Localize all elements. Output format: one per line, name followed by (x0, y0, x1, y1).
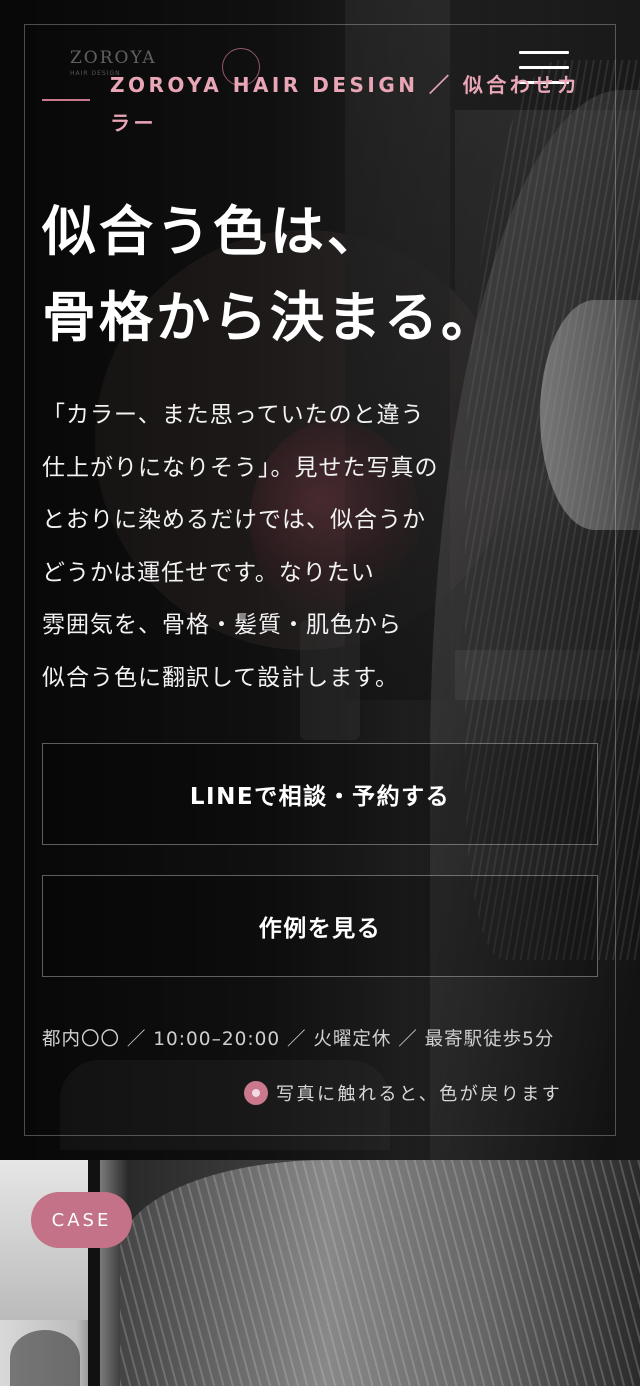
eyebrow-accent-line (42, 99, 90, 101)
lead-line: 仕上がりになりそう」。見せた写真の (42, 454, 439, 481)
breadcrumb: ZOROYA HAIR DESIGN ／ 似合わせカラー (110, 73, 581, 135)
view-works-button[interactable]: 作例を見る (42, 875, 598, 977)
touch-dot-icon (244, 1081, 268, 1105)
lead-line: とおりに染めるだけでは、似合うか (42, 507, 426, 533)
lead-line: どうかは運任せです。なりたい (42, 559, 375, 586)
lead-line: 雰囲気を、骨格・髪質・肌色から (42, 612, 402, 638)
salon-info: 都内〇〇 ／ 10:00–20:00 ／ 火曜定休 ／ 最寄駅徒歩5分 (42, 1029, 555, 1050)
lead-line: 「カラー、また思っていたのと違う (42, 402, 425, 428)
logo-text: ZOROYA (70, 48, 157, 68)
hero-headline: 似合う色は、 骨格から決まる。 (42, 188, 602, 360)
hero-lead-text: 「カラー、また思っていたのと違う 仕上がりになりそう」。見せた写真の とおりに染… (42, 389, 512, 704)
menu-bar (519, 51, 569, 54)
lead-line: 似合う色に翻訳して設計します。 (42, 664, 400, 691)
headline-line: 骨格から決まる。 (42, 285, 498, 349)
headline-line: 似合う色は、 (42, 199, 384, 263)
case-photo-hair[interactable] (120, 1160, 640, 1386)
photo-hint: 写真に触れると、色が戻ります (244, 1080, 562, 1106)
line-consult-button[interactable]: LINEで相談・予約する (42, 743, 598, 845)
case-photo-plant (10, 1330, 80, 1386)
case-badge[interactable]: CASE (31, 1192, 132, 1248)
photo-hint-text: 写真に触れると、色が戻ります (276, 1084, 563, 1105)
